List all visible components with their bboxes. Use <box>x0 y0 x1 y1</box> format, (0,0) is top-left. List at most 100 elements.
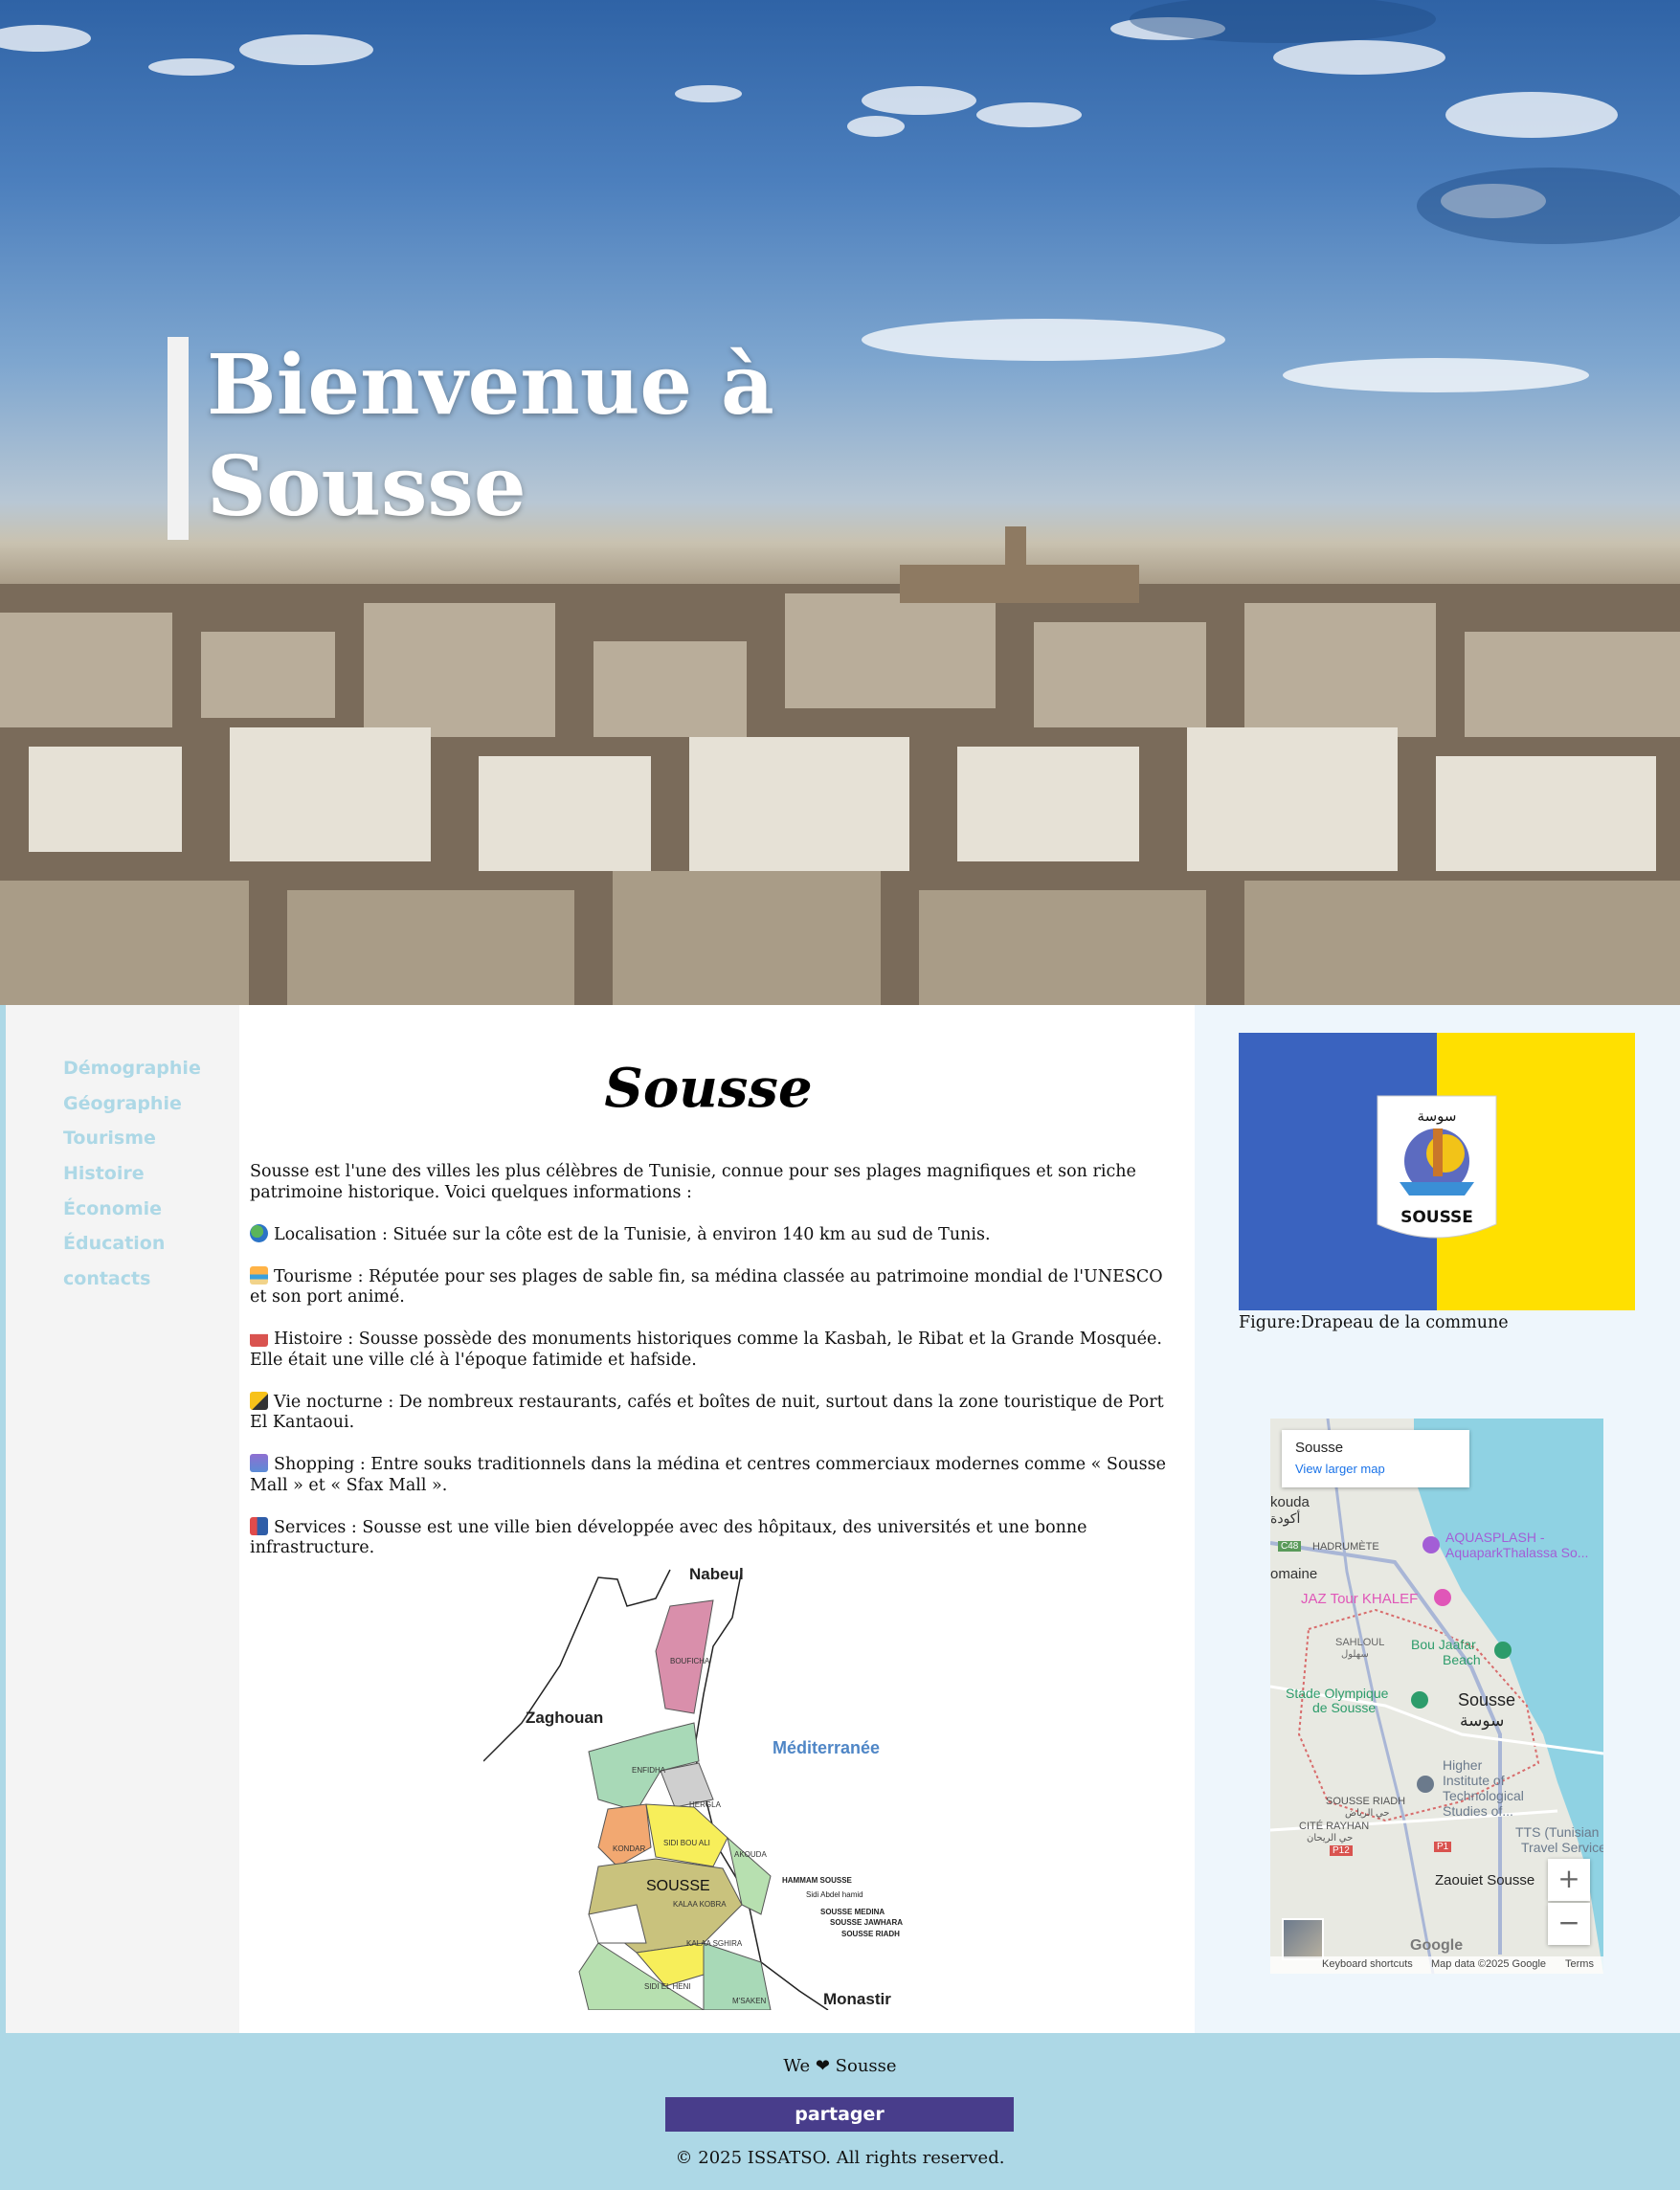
map-label-bou-jaafar: Bou Jaafar <box>1411 1637 1476 1652</box>
flag-arabic-text: سوسة <box>1418 1107 1457 1125</box>
nav-link-education[interactable]: Éducation <box>63 1228 201 1263</box>
map-label-hammam-sousse: HAMMAM SOUSSE <box>782 1876 853 1885</box>
map-label-omaine: omaine <box>1270 1566 1318 1582</box>
hero-accent-bar <box>168 337 189 540</box>
map-label-tts-1: TTS (Tunisian <box>1515 1824 1600 1840</box>
map-label-riadh-ar: حي الرياض <box>1345 1808 1390 1819</box>
beach-icon <box>250 1265 268 1285</box>
google-logo: Google <box>1410 1937 1464 1954</box>
fact-item: Services : Sousse est une ville bien dév… <box>250 1516 1087 1557</box>
map-label-zaghouan: Zaghouan <box>526 1709 603 1727</box>
map-label-sahloul: SAHLOUL <box>1335 1637 1385 1648</box>
map-label-monastir: Monastir <box>823 1990 891 2008</box>
map-label-akouda: kouda <box>1270 1494 1310 1510</box>
map-label-cite: CITÉ RAYHAN <box>1299 1821 1370 1832</box>
heart-icon: ❤ <box>815 2056 830 2076</box>
map-label-p12: P12 <box>1330 1845 1353 1856</box>
shopping-icon <box>250 1454 268 1472</box>
footer: We ❤ Sousse partager © 2025 ISSATSO. All… <box>0 2033 1680 2190</box>
map-label-stade: Stade Olympique <box>1286 1686 1389 1701</box>
sidebar-nav: Démographie Géographie Tourisme Histoire… <box>63 1053 201 1299</box>
map-label-msaken: M'SAKEN <box>732 1997 767 2005</box>
map-data-attribution: Map data ©2025 Google <box>1431 1958 1547 1970</box>
map-label-mediterranee: Méditerranée <box>773 1738 880 1757</box>
map-label-aquapark: AquaparkThalassa So... <box>1445 1545 1589 1560</box>
nav-link-histoire[interactable]: Histoire <box>63 1158 201 1194</box>
map-label-kalaa-kobra: KALAA KOBRA <box>673 1900 727 1909</box>
love-suffix: Sousse <box>835 2056 897 2076</box>
fact-item: Shopping : Entre souks traditionnels dan… <box>250 1454 1166 1495</box>
map-label-higher-4: Studies of... <box>1443 1803 1513 1819</box>
map-label-beach: Beach <box>1443 1652 1481 1667</box>
love-line: We ❤ Sousse <box>0 2056 1680 2076</box>
map-label-sousse-jawhara: SOUSSE JAWHARA <box>830 1918 903 1927</box>
love-prefix: We <box>783 2056 811 2076</box>
hero-banner: Bienvenue à Sousse <box>0 0 1680 1005</box>
map-label-sousse: SOUSSE <box>646 1878 710 1894</box>
google-map-embed[interactable]: kouda أكودة C48 HADRUMÈTE AQUASPLASH - A… <box>1270 1419 1603 1974</box>
zoom-out-button[interactable]: − <box>1548 1903 1590 1945</box>
map-label-sidi-abdel-hamid: Sidi Abdel hamid <box>806 1890 863 1899</box>
terms-link[interactable]: Terms <box>1565 1958 1594 1970</box>
map-label-akouda-ar: أكودة <box>1270 1510 1301 1526</box>
satellite-toggle[interactable] <box>1282 1918 1324 1960</box>
map-label-enfidha: ENFIDHA <box>632 1766 666 1775</box>
view-larger-map-link[interactable]: View larger map <box>1295 1462 1385 1476</box>
map-label-kondar: KONDAR <box>613 1844 645 1853</box>
fact-item: Histoire : Sousse possède des monuments … <box>250 1329 1162 1370</box>
map-label-sousse-ar: سوسة <box>1460 1711 1505 1730</box>
map-label-sahloul-ar: سهلول <box>1341 1649 1369 1660</box>
map-label-zaouiet: Zaouiet Sousse <box>1435 1872 1535 1888</box>
map-label-hadrumete: HADRUMÈTE <box>1312 1541 1379 1553</box>
hero-title: Bienvenue à Sousse <box>207 335 877 538</box>
map-label-bouficha: BOUFICHA <box>670 1657 710 1665</box>
flag-caption: Figure:Drapeau de la commune <box>1239 1313 1509 1332</box>
map-info-card: Sousse View larger map <box>1282 1430 1469 1487</box>
map-label-p1: P1 <box>1434 1842 1452 1852</box>
map-label-sousse-city: Sousse <box>1458 1690 1516 1710</box>
fact-item: Tourisme : Réputée pour ses plages de sa… <box>250 1265 1163 1307</box>
map-label-higher-2: Institute of <box>1443 1773 1505 1788</box>
fact-item: Localisation : Située sur la côte est de… <box>250 1223 1169 1246</box>
castle-icon <box>250 1329 268 1347</box>
map-label-de-sousse: de Sousse <box>1312 1700 1377 1715</box>
article: Sousse est l'une des villes les plus cél… <box>250 1162 1169 1579</box>
map-label-sidi-el-heni: SIDI EL HENI <box>644 1982 691 1991</box>
party-icon <box>250 1391 268 1410</box>
map-label-c48: C48 <box>1278 1541 1302 1552</box>
map-label-sidi-bou-ali: SIDI BOU ALI <box>663 1839 710 1847</box>
map-label-cite-ar: حي الريحان <box>1307 1833 1354 1844</box>
map-label-higher-1: Higher <box>1443 1757 1483 1773</box>
intro-paragraph: Sousse est l'une des villes les plus cél… <box>250 1162 1136 1202</box>
globe-icon <box>250 1223 268 1242</box>
map-label-sousse-medina: SOUSSE MEDINA <box>820 1908 885 1916</box>
share-button[interactable]: partager <box>665 2097 1014 2132</box>
sousse-flag: سوسة SOUSSE <box>1239 1033 1635 1310</box>
map-label-jaz: JAZ Tour KHALEF <box>1301 1591 1419 1607</box>
nav-link-contacts[interactable]: contacts <box>63 1263 201 1299</box>
zoom-in-button[interactable]: + <box>1548 1859 1590 1901</box>
keyboard-shortcuts-link[interactable]: Keyboard shortcuts <box>1322 1958 1413 1970</box>
map-label-akouda: AKOUDA <box>734 1850 767 1859</box>
map-label-higher-3: Technological <box>1443 1788 1524 1803</box>
governorate-map: Nabeul Zaghouan Méditerranée Monastir BO… <box>483 1560 924 2010</box>
nav-link-tourisme[interactable]: Tourisme <box>63 1123 201 1158</box>
city-skyline <box>0 526 1680 1005</box>
nav-link-demographie[interactable]: Démographie <box>63 1053 201 1088</box>
flag-sousse-text: SOUSSE <box>1400 1208 1473 1227</box>
map-label-aquasplash: AQUASPLASH - <box>1445 1530 1545 1545</box>
nav-link-geographie[interactable]: Géographie <box>63 1088 201 1124</box>
page-title: Sousse <box>604 1057 813 1120</box>
map-label-kalaa-sghira: KALAA SGHIRA <box>686 1939 743 1948</box>
map-footer: Keyboard shortcuts Map data ©2025 Google… <box>1270 1956 1603 1974</box>
map-label-nabeul: Nabeul <box>689 1565 744 1583</box>
map-label-riadh: SOUSSE RIADH <box>1326 1796 1406 1807</box>
map-place-name: Sousse <box>1295 1440 1344 1456</box>
hero-title-line1: Bienvenue à <box>207 337 774 434</box>
nav-link-economie[interactable]: Économie <box>63 1194 201 1229</box>
hero-title-line2: Sousse <box>207 438 526 535</box>
map-label-tts-2: Travel Service) <box>1521 1840 1603 1855</box>
map-label-hergla: HERGLA <box>689 1800 722 1809</box>
map-label-sousse-riadh: SOUSSE RIADH <box>841 1930 900 1938</box>
hospital-icon <box>250 1516 268 1535</box>
